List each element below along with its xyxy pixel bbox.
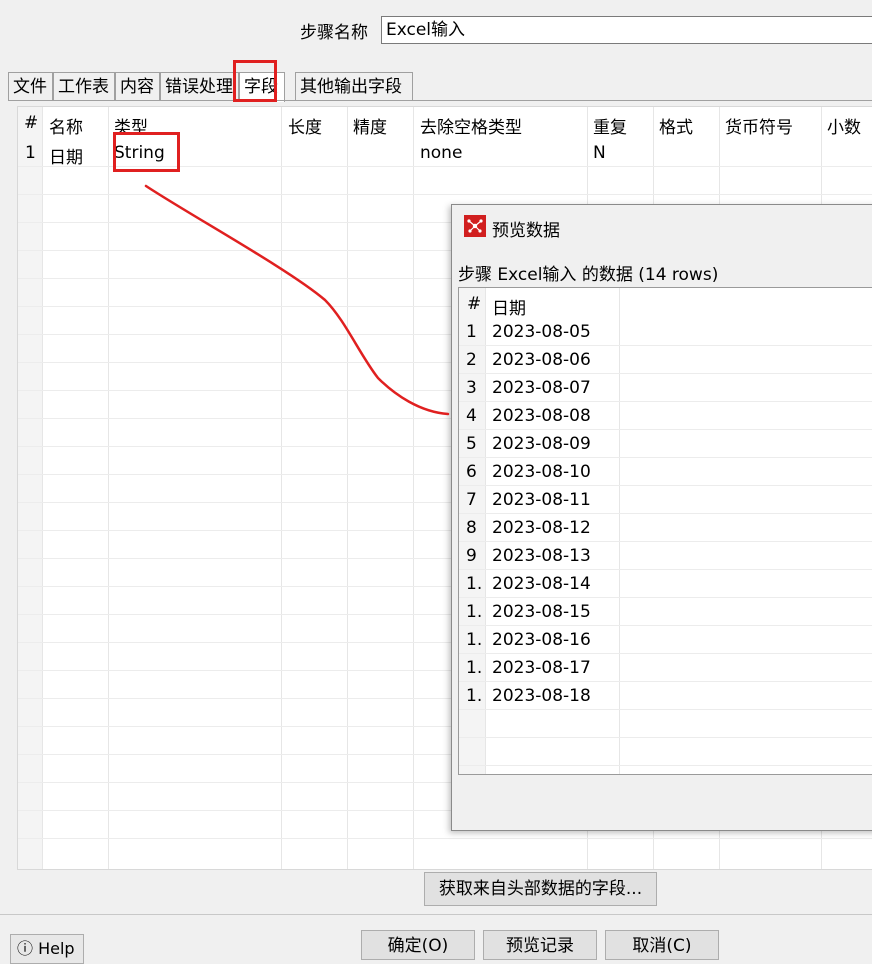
get-fields-from-header-button[interactable]: 获取来自头部数据的字段... [424, 872, 657, 906]
ok-button[interactable]: 确定(O) [361, 930, 475, 960]
help-button[interactable]: ⓘ Help [10, 934, 84, 964]
help-label: Help [38, 939, 75, 958]
preview-records-button[interactable]: 预览记录 [483, 930, 597, 960]
cancel-button[interactable]: 取消(C) [605, 930, 719, 960]
annotation-curve [144, 184, 450, 416]
help-icon: ⓘ [17, 939, 34, 958]
bottom-divider [0, 914, 872, 915]
